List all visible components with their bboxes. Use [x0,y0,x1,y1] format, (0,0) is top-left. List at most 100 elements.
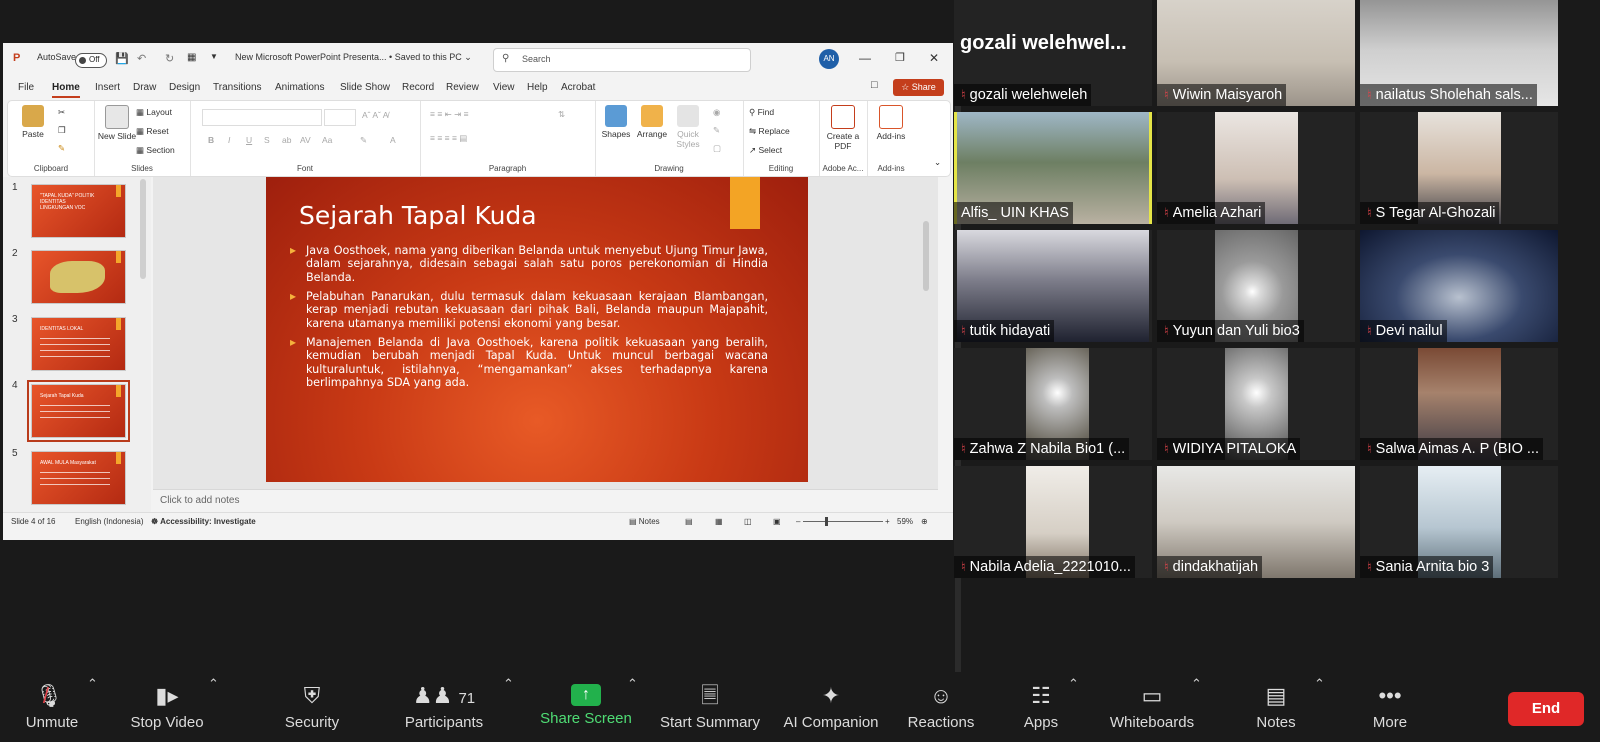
participant-tile[interactable]: gozali welehwel... ♮ gozali welehweleh [954,0,1152,106]
accessibility-status[interactable]: ☸ Accessibility: Investigate [151,517,256,526]
participant-tile[interactable]: ♮ WIDIYA PITALOKA [1157,348,1355,460]
ai-companion-button[interactable]: ✦ AI Companion [779,672,883,742]
collapse-ribbon-icon[interactable]: ⌄ [934,157,941,168]
whiteboards-button[interactable]: ▭ Whiteboards [1104,672,1200,742]
new-slide-button[interactable]: New Slide [96,105,138,141]
slide-sorter-icon[interactable]: ▦ [715,517,723,526]
slide-title[interactable]: Sejarah Tapal Kuda [299,201,537,230]
tab-draw[interactable]: Draw [133,82,156,93]
text-direction-icon[interactable]: ⇅ [558,109,565,120]
normal-view-icon[interactable]: ▤ [685,517,693,526]
ppt-share-button[interactable]: ☆ Share [893,79,944,96]
char-spacing-icon[interactable]: AV [300,135,311,145]
change-case-icon[interactable]: Aa [322,135,332,145]
unmute-button[interactable]: 🎙/ Unmute [10,672,94,742]
current-slide[interactable]: Sejarah Tapal Kuda Java Oosthoek, nama y… [266,177,808,482]
notes-button[interactable]: ▤ Notes [1248,672,1304,742]
shape-effects-icon[interactable]: ▢ [713,143,721,154]
font-family-box[interactable] [202,109,322,126]
participant-tile[interactable]: ♮ Salwa Aimas A. P (BIO ... [1360,348,1558,460]
share-screen-button[interactable]: ↑ Share Screen [536,672,636,742]
grow-font-icon[interactable]: Aˆ Aˇ A̸ [362,110,388,120]
align-icons[interactable]: ≡ ≡ ≡ ≡ ▤ [430,133,467,144]
participant-tile[interactable]: ♮ Sania Arnita bio 3 [1360,466,1558,578]
highlight-icon[interactable]: ✎ [360,135,367,146]
participant-tile[interactable]: ♮ Yuyun dan Yuli bio3 [1157,230,1355,342]
share-options-chevron-icon[interactable]: ⌃ [627,676,638,692]
strikethrough-icon[interactable]: S [264,135,270,145]
paste-button[interactable]: Paste [12,105,54,139]
participant-tile[interactable]: ♮ Zahwa Z Nabila Bio1 (... [954,348,1152,460]
shadow-icon[interactable]: ab [282,135,291,145]
reading-view-icon[interactable]: ◫ [744,517,752,526]
language-indicator[interactable]: English (Indonesia) [75,517,143,526]
minimize-icon[interactable]: — [859,51,871,65]
slide-thumbnail[interactable]: "TAPAL KUDA" POLITIK IDENTITAS LINGKUNGA… [31,184,126,238]
find-button[interactable]: ⚲ Find [749,107,774,118]
video-options-chevron-icon[interactable]: ⌃ [208,676,219,692]
security-button[interactable]: ⛨ Security [270,672,354,742]
autosave-toggle[interactable]: Off [75,53,107,68]
tab-transitions[interactable]: Transitions [213,82,262,93]
account-avatar[interactable]: AN [819,49,839,69]
replace-button[interactable]: ⇋ Replace [749,126,790,137]
zoom-in-icon[interactable]: + [885,517,890,526]
addins-button[interactable]: Add-ins [870,105,912,141]
tab-insert[interactable]: Insert [95,82,120,93]
comments-icon[interactable]: □ [871,79,878,91]
customize-qat-icon[interactable]: ▼ [210,52,218,61]
slideshow-view-icon[interactable]: ▣ [773,517,781,526]
shape-outline-icon[interactable]: ✎ [713,125,720,136]
ppt-search-box[interactable]: ⚲ Search [493,48,751,72]
tab-animations[interactable]: Animations [275,82,324,93]
reactions-button[interactable]: ☺ Reactions [898,672,984,742]
tab-record[interactable]: Record [402,82,434,93]
create-pdf-button[interactable]: Create a PDF [822,105,864,151]
participant-tile[interactable]: ♮ nailatus Sholehah sals... [1360,0,1558,106]
zoom-level[interactable]: 59% [897,517,913,526]
fit-slide-icon[interactable]: ⊕ [921,517,928,526]
slide-bullet[interactable]: Java Oosthoek, nama yang diberikan Belan… [290,244,768,284]
tab-review[interactable]: Review [446,82,479,93]
select-button[interactable]: ↗ Select [749,145,782,156]
slide-thumbnail[interactable]: AWAL MULA Masyarakat [31,451,126,505]
participant-tile[interactable]: ♮ Nabila Adelia_2221010... [954,466,1152,578]
tab-design[interactable]: Design [169,82,200,93]
reset-button[interactable]: ▦ Reset [136,126,169,137]
close-icon[interactable]: ✕ [929,51,939,65]
slide-thumbnail[interactable]: IDENTITAS LOKAL [31,317,126,371]
tab-slide-show[interactable]: Slide Show [340,82,390,93]
editor-scrollbar[interactable] [923,221,929,291]
cut-icon[interactable]: ✂ [58,107,65,118]
apps-button[interactable]: ☷ Apps [1014,672,1068,742]
stop-video-button[interactable]: ▮▸ Stop Video [116,672,218,742]
layout-button[interactable]: ▦ Layout [136,107,172,118]
participant-tile[interactable]: ♮ Wiwin Maisyaroh [1157,0,1355,106]
present-icon[interactable]: ▦ [187,52,196,63]
section-button[interactable]: ▦ Section [136,145,175,156]
underline-icon[interactable]: U [246,135,252,145]
zoom-slider-thumb[interactable] [825,517,828,526]
font-size-box[interactable] [324,109,356,126]
participants-options-chevron-icon[interactable]: ⌃ [503,676,514,692]
whiteboards-options-chevron-icon[interactable]: ⌃ [1191,676,1202,692]
participant-tile[interactable]: ♮ dindakhatijah [1157,466,1355,578]
copy-icon[interactable]: ❐ [58,125,66,136]
participant-tile[interactable]: ♮ Amelia Azhari [1157,112,1355,224]
tab-file[interactable]: File [18,82,34,93]
zoom-slider[interactable] [803,521,883,522]
participant-tile[interactable]: ♮ S Tegar Al-Ghozali [1360,112,1558,224]
tab-acrobat[interactable]: Acrobat [561,82,595,93]
bullets-icon[interactable]: ≡ ≡ ⇤ ⇥ ≡ [430,109,469,120]
notes-pane[interactable]: Click to add notes [153,489,938,512]
notes-options-chevron-icon[interactable]: ⌃ [1314,676,1325,692]
font-color-icon[interactable]: A [390,135,396,145]
slide-bullet[interactable]: Pelabuhan Panarukan, dulu termasuk dalam… [290,290,768,330]
document-title[interactable]: New Microsoft PowerPoint Presenta... • S… [235,52,472,63]
audio-options-chevron-icon[interactable]: ⌃ [87,676,98,692]
apps-options-chevron-icon[interactable]: ⌃ [1068,676,1079,692]
tab-help[interactable]: Help [527,82,548,93]
end-meeting-button[interactable]: End [1508,692,1584,726]
format-painter-icon[interactable]: ✎ [58,143,65,154]
slide-bullet[interactable]: Manajemen Belanda di Java Oosthoek, kare… [290,336,768,389]
